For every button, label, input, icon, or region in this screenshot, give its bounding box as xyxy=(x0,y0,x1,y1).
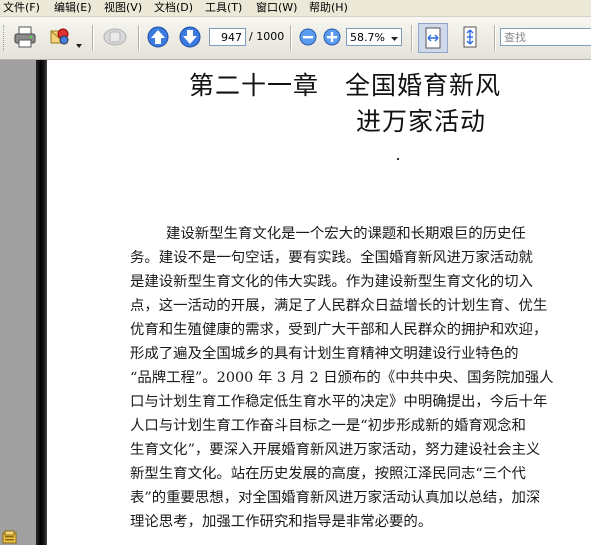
email-icon[interactable] xyxy=(48,25,74,49)
body-line: 是建设新型生育文化的伟大实践。作为建设新型生育文化的切入 xyxy=(130,274,533,290)
chevron-down-icon[interactable] xyxy=(391,29,398,53)
chapter-title-line-1: 第二十一章 全国婚育新风 xyxy=(189,71,502,100)
menu-file[interactable]: 文件(F) xyxy=(3,1,40,15)
menu-edit[interactable]: 编辑(E) xyxy=(54,1,92,15)
navigation-pane xyxy=(0,60,40,545)
body-line: 优育和生殖健康的需求，受到广大干部和人民群众的拥护和欢迎， xyxy=(130,322,548,338)
zoom-out-icon[interactable] xyxy=(299,28,317,46)
body-line: 新型生育文化。站在历史发展的高度，按照江泽民同志“三个代 xyxy=(130,466,526,482)
search-input[interactable]: 查找 xyxy=(500,28,591,46)
body-line: 点，这一活动的开展，满足了人民群众日益增长的计划生育、优生 xyxy=(130,298,548,314)
body-line: 形成了遍及全国城乡的具有计划生育精神文明建设行业特色的 xyxy=(130,346,519,362)
chapter-title-line-2: 进万家活动 xyxy=(356,107,487,136)
fit-width-icon[interactable] xyxy=(418,23,448,53)
toolbar-grip[interactable] xyxy=(3,25,7,51)
zoom-select[interactable]: 58.7% xyxy=(346,28,402,46)
menu-help[interactable]: 帮助(H) xyxy=(309,1,348,15)
menu-window[interactable]: 窗口(W) xyxy=(256,1,297,15)
body-line: 口与计划生育工作稳定低生育水平的决定》中明确提出，今后十年 xyxy=(130,394,548,410)
email-dropdown-icon[interactable] xyxy=(76,34,82,48)
body-line: 表”的重要思想，对全国婚育新风进万家活动认真加以总结，加深 xyxy=(130,490,541,506)
zoom-value: 58.7% xyxy=(350,31,385,44)
menu-document[interactable]: 文档(D) xyxy=(154,1,193,15)
body-line: “品牌工程”。2000 年 3 月 2 日颁布的《中共中央、国务院加强人 xyxy=(130,370,554,386)
next-page-icon[interactable] xyxy=(179,26,201,48)
body-line: 建设新型生育文化是一个宏大的课题和长期艰巨的历史任 xyxy=(166,226,526,242)
prev-page-icon[interactable] xyxy=(147,26,169,48)
page-total-label: / 1000 xyxy=(249,30,285,43)
fit-page-icon[interactable] xyxy=(456,23,486,53)
page-dot-mark xyxy=(397,158,399,160)
menu-view[interactable]: 视图(V) xyxy=(104,1,142,15)
menu-tools[interactable]: 工具(T) xyxy=(205,1,242,15)
body-line: 人口与计划生育工作奋斗目标之一是“初步形成新的婚育观念和 xyxy=(130,418,526,434)
hand-disabled-icon xyxy=(101,25,129,49)
printer-icon[interactable] xyxy=(12,25,38,49)
page-number-input[interactable]: 947 xyxy=(209,28,246,46)
document-page[interactable]: 第二十一章 全国婚育新风 进万家活动 建设新型生育文化是一个宏大的课题和长期艰巨… xyxy=(47,60,591,545)
toolbar: 947 / 1000 58.7% 查找 xyxy=(0,17,591,60)
body-line: 理论思考，加强工作研究和指导是非常必要的。 xyxy=(130,514,433,530)
body-line: 务。建设不是一句空话，要有实践。全国婚育新风进万家活动就 xyxy=(130,250,533,266)
body-line: 生育文化”，要深入开展婚育新风进万家活动，努力建设社会主义 xyxy=(130,442,541,458)
menu-bar: 文件(F) 编辑(E) 视图(V) 文档(D) 工具(T) 窗口(W) 帮助(H… xyxy=(0,0,591,17)
comments-icon[interactable] xyxy=(2,529,18,544)
zoom-in-icon[interactable] xyxy=(323,28,341,46)
